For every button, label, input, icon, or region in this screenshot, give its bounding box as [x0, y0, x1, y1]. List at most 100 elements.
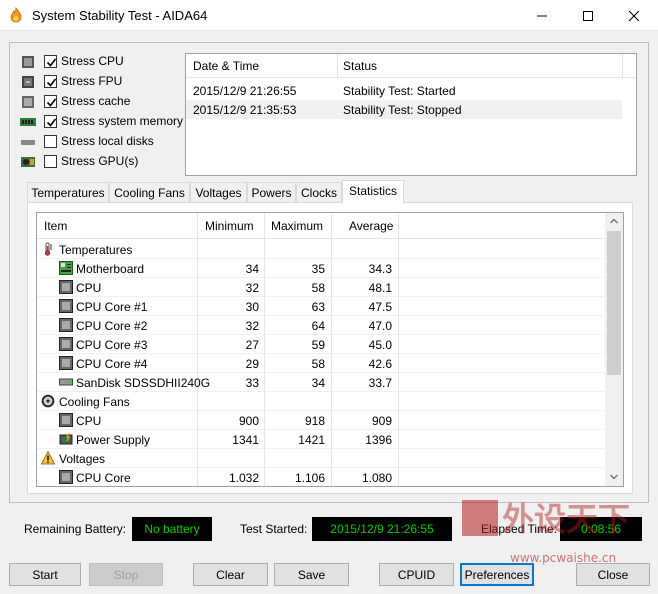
group-row-cooling-fans[interactable]: Cooling Fans — [37, 392, 605, 411]
group-row-temperatures[interactable]: Temperatures — [37, 240, 605, 259]
log-status: Stability Test: Stopped — [343, 103, 462, 117]
table-row[interactable]: CPU Core 1.032 1.106 1.080 — [37, 468, 605, 486]
chip-icon — [59, 318, 73, 332]
close-window-button[interactable] — [611, 0, 657, 31]
scroll-up-button[interactable] — [605, 213, 623, 230]
stress-cpu-label: Stress CPU — [61, 54, 124, 68]
stress-cpu-option[interactable]: Stress CPU — [20, 53, 190, 71]
gpu-card-icon — [21, 157, 35, 167]
tab-clocks[interactable]: Clocks — [296, 182, 342, 203]
status-column-header[interactable]: Status — [343, 59, 377, 73]
aida64-flame-icon — [10, 7, 22, 23]
stress-cache-checkbox[interactable] — [44, 95, 57, 108]
group-row-voltages[interactable]: Voltages — [37, 449, 605, 468]
scroll-down-button[interactable] — [605, 469, 623, 486]
table-row[interactable]: CPU 900 918 909 — [37, 411, 605, 430]
tab-powers[interactable]: Powers — [247, 182, 296, 203]
fpu-chip-icon — [22, 76, 34, 88]
maximize-button[interactable] — [565, 0, 611, 31]
statistics-grid[interactable]: Item Minimum Maximum Average Temperature… — [36, 212, 624, 487]
chevron-down-icon — [610, 474, 618, 480]
stress-disks-option[interactable]: Stress local disks — [20, 133, 190, 151]
chip-icon — [59, 280, 73, 294]
checkmark-icon — [46, 118, 57, 127]
tab-cooling-fans[interactable]: Cooling Fans — [109, 182, 190, 203]
log-row[interactable]: 2015/12/9 21:26:55 Stability Test: Start… — [186, 81, 622, 100]
tab-temperatures[interactable]: Temperatures — [27, 182, 109, 203]
stress-gpu-checkbox[interactable] — [44, 155, 57, 168]
clear-button[interactable]: Clear — [193, 563, 268, 586]
checkmark-icon — [46, 98, 57, 107]
title-bar[interactable]: System Stability Test - AIDA64 — [0, 0, 658, 31]
stress-disks-label: Stress local disks — [61, 134, 154, 148]
minimum-column-header[interactable]: Minimum — [205, 219, 254, 233]
statistics-scrollbar[interactable] — [605, 213, 623, 486]
item-column-header[interactable]: Item — [44, 219, 67, 233]
stress-cpu-checkbox[interactable] — [44, 55, 57, 68]
disk-drive-icon — [59, 378, 73, 386]
stop-button[interactable]: Stop — [89, 563, 163, 586]
table-row[interactable]: CPU Core #3 27 59 45.0 — [37, 335, 605, 354]
stress-fpu-option[interactable]: Stress FPU — [20, 73, 190, 91]
table-row[interactable]: SanDisk SDSSDHII240G 33 34 33.7 — [37, 373, 605, 392]
chip-icon — [59, 470, 73, 484]
scroll-thumb[interactable] — [607, 231, 621, 375]
log-status: Stability Test: Started — [343, 84, 456, 98]
power-supply-icon — [59, 432, 73, 445]
statistics-header: Item Minimum Maximum Average — [37, 213, 623, 239]
log-datetime: 2015/12/9 21:26:55 — [193, 84, 297, 98]
start-button[interactable]: Start — [9, 563, 81, 586]
test-log-list[interactable]: Date & Time Status 2015/12/9 21:26:55 St… — [185, 53, 637, 176]
chip-icon — [59, 413, 73, 427]
cache-chip-icon — [22, 96, 34, 108]
table-row[interactable]: CPU Core #2 32 64 47.0 — [37, 316, 605, 335]
watermark-text: 外设天下 — [502, 500, 630, 538]
memory-module-icon — [20, 118, 36, 126]
maximize-icon — [583, 11, 593, 21]
warning-voltage-icon — [41, 451, 55, 465]
test-started-label: Test Started: — [240, 522, 308, 536]
chip-icon — [59, 299, 73, 313]
tab-voltages[interactable]: Voltages — [190, 182, 247, 203]
stress-fpu-checkbox[interactable] — [44, 75, 57, 88]
minimize-icon — [537, 15, 547, 17]
window-title: System Stability Test - AIDA64 — [32, 8, 208, 23]
chip-icon — [59, 356, 73, 370]
thermometer-icon — [44, 242, 52, 256]
save-button[interactable]: Save — [274, 563, 349, 586]
stress-memory-label: Stress system memory — [61, 114, 184, 128]
table-row[interactable]: Motherboard 34 35 34.3 — [37, 259, 605, 278]
table-row[interactable]: Power Supply 1341 1421 1396 — [37, 430, 605, 449]
test-started-value: 2015/12/9 21:26:55 — [312, 517, 452, 541]
stress-fpu-label: Stress FPU — [61, 74, 123, 88]
stress-cache-label: Stress cache — [61, 94, 131, 108]
average-column-header[interactable]: Average — [349, 219, 393, 233]
fan-icon — [41, 394, 55, 408]
close-icon — [628, 10, 640, 22]
close-button[interactable]: Close — [576, 563, 650, 586]
table-row[interactable]: CPU Core #1 30 63 47.5 — [37, 297, 605, 316]
cpuid-button[interactable]: CPUID — [379, 563, 454, 586]
minimize-button[interactable] — [519, 0, 565, 31]
tab-statistics[interactable]: Statistics — [342, 180, 404, 204]
pcwaishe-watermark: 外设天下 www.pcwaishe.cn — [462, 500, 630, 565]
stress-disks-checkbox[interactable] — [44, 135, 57, 148]
log-header: Date & Time Status — [186, 54, 636, 78]
preferences-button[interactable]: Preferences — [460, 563, 534, 586]
hard-disk-icon — [21, 140, 35, 145]
stress-cache-option[interactable]: Stress cache — [20, 93, 190, 111]
statistics-panel: Item Minimum Maximum Average Temperature… — [27, 202, 633, 494]
log-datetime: 2015/12/9 21:35:53 — [193, 103, 297, 117]
datetime-column-header[interactable]: Date & Time — [193, 59, 259, 73]
stress-gpu-option[interactable]: Stress GPU(s) — [20, 153, 190, 171]
table-row[interactable]: CPU Core #4 29 58 42.6 — [37, 354, 605, 373]
stress-memory-option[interactable]: Stress system memory — [20, 113, 190, 131]
maximum-column-header[interactable]: Maximum — [271, 219, 323, 233]
battery-label: Remaining Battery: — [24, 522, 127, 536]
log-row[interactable]: 2015/12/9 21:35:53 Stability Test: Stopp… — [186, 100, 622, 119]
checkmark-icon — [46, 78, 57, 87]
stress-gpu-label: Stress GPU(s) — [61, 154, 139, 168]
chip-icon — [59, 337, 73, 351]
stress-memory-checkbox[interactable] — [44, 115, 57, 128]
table-row[interactable]: CPU 32 58 48.1 — [37, 278, 605, 297]
